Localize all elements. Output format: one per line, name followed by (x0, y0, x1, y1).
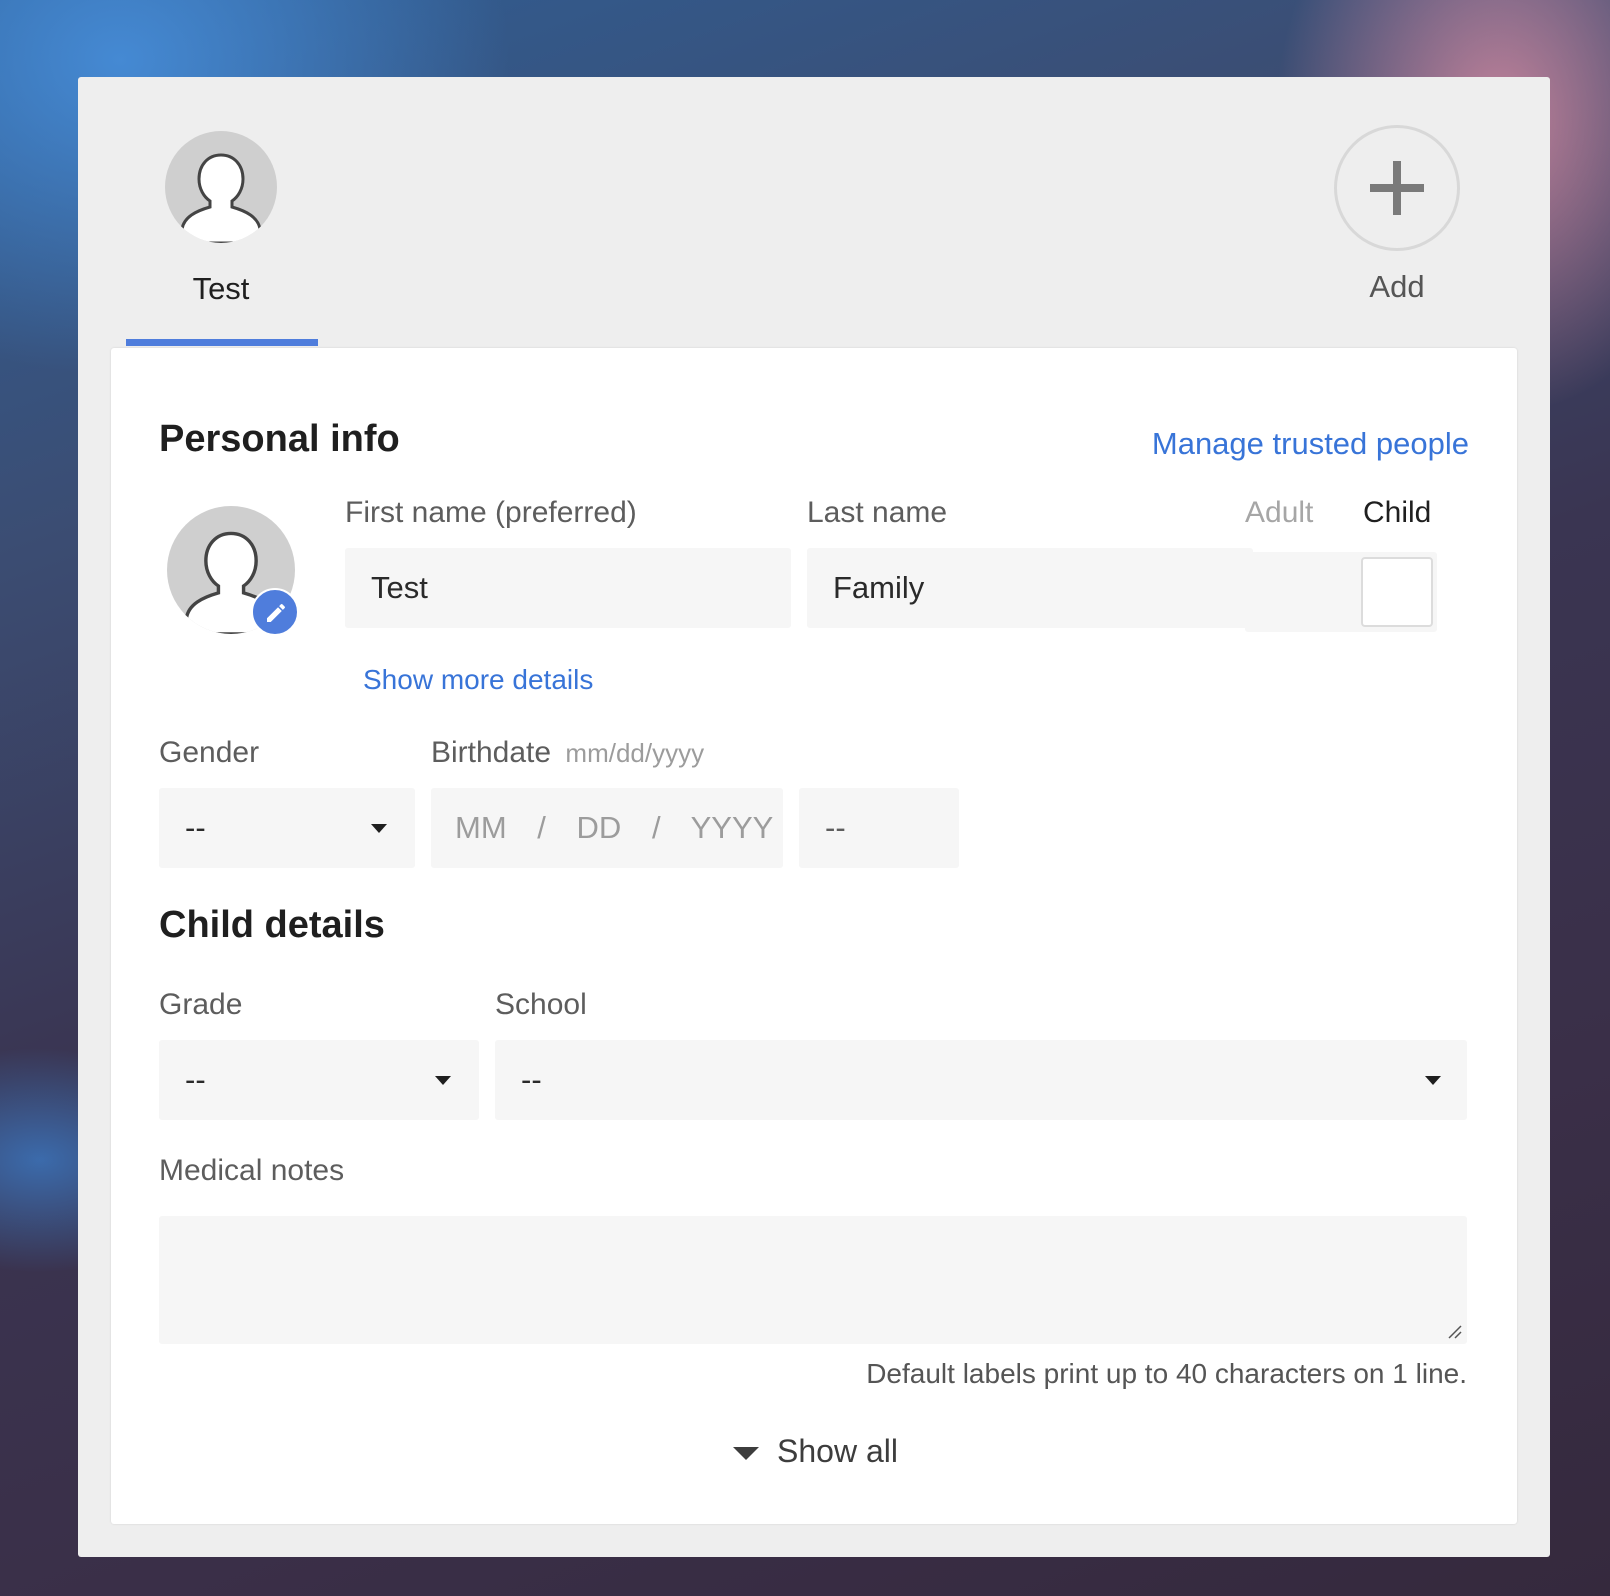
birth-month[interactable]: MM (455, 810, 507, 845)
adult-label: Adult (1245, 496, 1314, 529)
tab-person-test[interactable]: Test (126, 131, 316, 307)
birthdate-label-text: Birthdate (431, 736, 552, 769)
chevron-down-icon (733, 1447, 759, 1461)
label-length-hint: Default labels print up to 40 characters… (866, 1358, 1467, 1389)
first-name-input[interactable]: Test (345, 548, 791, 628)
birth-year[interactable]: YYYY (691, 810, 774, 845)
grade-select[interactable]: -- (159, 1040, 479, 1120)
medical-notes-label: Medical notes (159, 1154, 345, 1187)
school-value: -- (521, 1062, 542, 1097)
chevron-down-icon (1425, 1076, 1441, 1085)
last-name-input[interactable]: Family (807, 548, 1253, 628)
birth-day[interactable]: DD (577, 810, 622, 845)
age-field: -- (799, 788, 959, 868)
add-member-button[interactable]: Add (1332, 125, 1462, 305)
avatar (165, 131, 277, 243)
last-name-label: Last name (807, 496, 948, 529)
show-all-label: Show all (777, 1433, 898, 1469)
edit-photo-button[interactable] (251, 588, 299, 636)
school-label: School (495, 988, 587, 1021)
gender-value: -- (185, 810, 206, 845)
resize-handle-icon[interactable] (1445, 1322, 1463, 1340)
grade-value: -- (185, 1062, 206, 1097)
school-select[interactable]: -- (495, 1040, 1467, 1120)
manage-trusted-people-link[interactable]: Manage trusted people (1152, 426, 1469, 462)
date-separator: / (537, 810, 546, 845)
active-tab-indicator (126, 339, 318, 346)
tab-person-name: Test (192, 271, 250, 306)
add-label: Add (1369, 269, 1425, 304)
child-details-title: Child details (159, 904, 385, 946)
birthdate-format-hint: mm/dd/yyyy (565, 738, 705, 768)
birthdate-label: Birthdate mm/dd/yyyy (431, 736, 704, 770)
pencil-icon (267, 603, 285, 622)
first-name-label: First name (preferred) (345, 496, 637, 529)
add-circle (1334, 125, 1460, 251)
child-label: Child (1363, 496, 1432, 529)
gender-select[interactable]: -- (159, 788, 415, 868)
plus-icon (1370, 161, 1424, 215)
gender-label: Gender (159, 736, 260, 769)
member-details-card: Personal info Manage trusted people Firs… (111, 348, 1517, 1524)
birthdate-input[interactable]: MM / DD / YYYY (431, 788, 783, 868)
medical-notes-input[interactable] (159, 1216, 1467, 1344)
personal-info-title: Personal info (159, 418, 400, 460)
toggle-knob[interactable] (1361, 557, 1433, 627)
person-icon (180, 153, 262, 243)
grade-label: Grade (159, 988, 243, 1021)
chevron-down-icon (371, 824, 387, 833)
chevron-down-icon (435, 1076, 451, 1085)
show-more-details-link[interactable]: Show more details (363, 664, 593, 696)
show-all-toggle[interactable]: Show all (733, 1433, 898, 1470)
family-members-panel: Test Add Personal info Manage trusted pe… (78, 77, 1550, 1557)
date-separator: / (651, 810, 661, 845)
